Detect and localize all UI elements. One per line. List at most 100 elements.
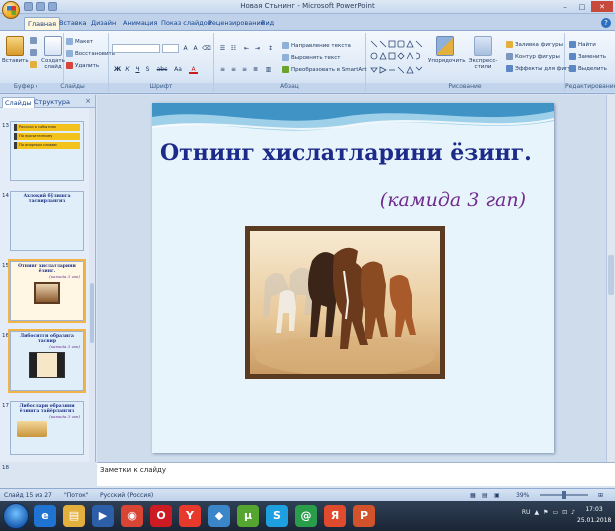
format-painter-button[interactable] [30,61,37,68]
tray-item[interactable]: RU [522,509,531,516]
replace-button[interactable]: Заменить [569,53,606,60]
yandex-icon[interactable]: Я [324,505,346,527]
delete-slide-button[interactable]: Удалить [66,62,99,69]
pane-scrollbar[interactable] [89,108,95,462]
pane-scroll-thumb[interactable] [90,283,94,343]
antivirus-icon[interactable]: ◆ [208,505,230,527]
tab-home[interactable]: Главная [24,17,61,30]
internet-icon[interactable]: @ [295,505,317,527]
media-player-icon[interactable]: ▶ [92,505,114,527]
quick-styles-button[interactable]: Экспресс-стили [464,36,502,70]
numbering-icon[interactable]: ☷ [229,44,238,53]
horses-picture[interactable] [245,226,445,379]
tab-outline[interactable]: Структура [32,97,72,107]
slide-thumbnail[interactable]: Ахлоқий бўлишга тасвирлангиз [10,191,84,251]
tab-animation[interactable]: Анимация [120,17,160,30]
tray-item[interactable]: ⚑ [543,509,548,516]
find-button[interactable]: Найти [569,41,596,48]
change-case-button[interactable]: Aa [172,65,184,74]
office-button[interactable] [2,1,20,19]
tab-design[interactable]: Дизайн [88,17,119,30]
start-button[interactable] [3,503,29,529]
sorter-view-icon[interactable]: ▤ [482,492,488,499]
tray-item[interactable]: ♪ [571,509,575,516]
shape-fill-button[interactable]: Заливка фигуры [506,41,563,48]
minimize-button[interactable]: – [557,1,573,12]
indent-decrease-icon[interactable]: ⇤ [242,44,251,53]
tray-item[interactable]: ▲ [534,509,539,516]
columns-icon[interactable]: ▥ [264,65,273,74]
new-slide-button[interactable]: Создать слайд [40,36,66,70]
cut-button[interactable] [30,37,37,44]
fill-icon [506,41,513,48]
underline-button[interactable]: Ч [133,65,142,74]
shadow-button[interactable]: S [143,65,152,74]
line-spacing-icon[interactable]: ↕ [266,44,275,53]
smartart-button[interactable]: Преобразовать в SmartArt [282,66,367,73]
powerpoint-taskbar-icon[interactable]: P [353,505,375,527]
indent-increase-icon[interactable]: ⇥ [253,44,262,53]
slideshow-view-icon[interactable]: ▣ [494,492,500,499]
skype-icon[interactable]: S [266,505,288,527]
normal-view-icon[interactable]: ▦ [470,492,476,499]
align-left-icon[interactable]: ≡ [218,65,227,74]
file-explorer-icon[interactable]: ▤ [63,505,85,527]
text-direction-button[interactable]: Направление текста [282,42,351,49]
strikethrough-button[interactable]: abc [155,65,169,74]
tray-item[interactable]: ▭ [552,509,558,516]
pane-close-icon[interactable]: × [85,97,91,105]
slide-thumbnail[interactable]: Либослари образини ёзишга тайёрлангиз (к… [10,401,84,455]
close-button[interactable]: ✕ [591,1,613,12]
bold-button[interactable]: Ж [113,65,122,74]
thumbnail-title: Либоситги образига тасвир [20,334,74,344]
language-indicator[interactable]: Русский (Россия) [100,492,153,499]
bullets-icon[interactable]: ☰ [218,44,227,53]
slide-thumbnail-current[interactable]: Отнинг хислатларини ёзинг. (камида 3 гап… [8,259,86,323]
font-color-button[interactable]: A [189,65,198,74]
copy-button[interactable] [30,49,37,56]
clear-format-icon[interactable]: ⌫ [202,44,211,53]
shapes-gallery[interactable] [369,39,423,77]
help-icon[interactable]: ? [601,18,611,28]
shape-outline-button[interactable]: Контур фигуры [506,53,560,60]
font-name-combo[interactable] [112,44,160,53]
align-center-icon[interactable]: ≡ [229,65,238,74]
fit-window-icon[interactable]: ⊞ [598,492,603,499]
arrange-button[interactable]: Упорядочить [428,36,466,64]
align-right-icon[interactable]: ≡ [240,65,249,74]
tab-insert[interactable]: Вставка [56,17,90,30]
utorrent-icon[interactable]: µ [237,505,259,527]
slide-canvas[interactable]: Отнинг хислатларини ёзинг. (камида 3 гап… [152,103,554,453]
tab-slides[interactable]: Слайды [2,97,35,108]
editor-vertical-scrollbar[interactable] [606,95,615,462]
opera-icon[interactable]: O [150,505,172,527]
editor-scroll-thumb[interactable] [608,255,614,295]
clock[interactable]: 17:03 25.01.2018 [577,504,611,526]
slide-title[interactable]: Отнинг хислатларини ёзинг. [160,140,532,166]
reset-button[interactable]: Восстановить [66,50,115,57]
chrome-icon[interactable]: ◉ [121,505,143,527]
tray-item[interactable]: ⊡ [562,509,567,516]
drawing-group-label: Рисование [366,83,564,92]
slide-subtitle[interactable]: (камида 3 гап) [380,189,526,211]
tab-view[interactable]: Вид [258,17,277,30]
yandex-browser-icon[interactable]: Y [179,505,201,527]
justify-icon[interactable]: ≣ [251,65,260,74]
zoom-level[interactable]: 39% [516,492,529,499]
select-button[interactable]: Выделить [569,65,607,72]
grow-font-icon[interactable]: A [181,44,190,53]
paste-button[interactable]: Вставить [2,36,29,64]
cut-icon [30,37,37,44]
internet-explorer-icon[interactable]: e [34,505,56,527]
font-size-combo[interactable] [162,44,179,53]
shrink-font-icon[interactable]: A [191,44,200,53]
notes-field[interactable]: Заметки к слайду [97,462,615,486]
slide-thumbnail[interactable]: Рассказ о событиях По прочитанному По оп… [10,121,84,181]
italic-button[interactable]: К [123,65,132,74]
slide-thumbnail[interactable]: Либоситги образига тасвир (камида 3 гап) [8,329,86,393]
layout-button[interactable]: Макет [66,38,93,45]
align-text-button[interactable]: Выровнять текст [282,54,340,61]
maximize-button[interactable]: □ [574,1,590,12]
select-label: Выделить [578,65,607,72]
zoom-slider-handle[interactable] [562,491,566,499]
